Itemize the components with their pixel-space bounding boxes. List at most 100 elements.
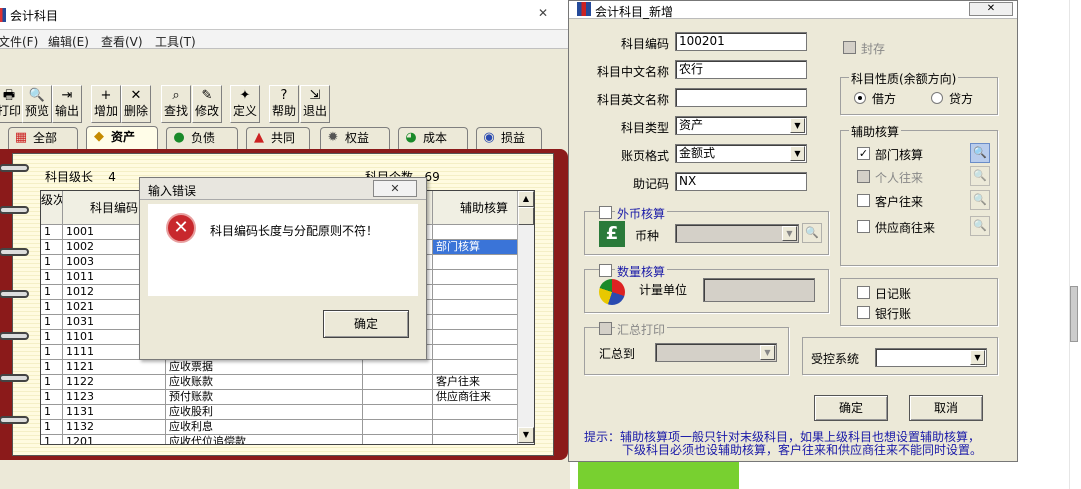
chevron-down-icon[interactable]: ▼ bbox=[790, 118, 805, 133]
controlled-system-select[interactable]: ▼ bbox=[875, 348, 987, 367]
scroll-down-button[interactable]: ▼ bbox=[518, 427, 534, 443]
define-button[interactable]: ✦ 定义 bbox=[230, 85, 260, 123]
scroll-thumb[interactable] bbox=[518, 207, 534, 225]
preview-button[interactable]: 🔍 预览 bbox=[22, 85, 52, 123]
grid-name-cell[interactable]: 预付账款 bbox=[166, 390, 363, 405]
grid-level-cell[interactable]: 1 bbox=[41, 330, 63, 345]
binder-ring bbox=[0, 248, 29, 256]
tab-equity[interactable]: ✹ 权益 bbox=[320, 127, 390, 149]
grid-code-cell[interactable]: 1121 bbox=[63, 360, 166, 375]
grid-level-cell[interactable]: 1 bbox=[41, 375, 63, 390]
grid-cell[interactable] bbox=[363, 390, 433, 405]
grid-code-cell[interactable]: 1122 bbox=[63, 375, 166, 390]
fx-checkbox[interactable] bbox=[599, 206, 612, 219]
grid-code-cell[interactable]: 1132 bbox=[63, 420, 166, 435]
grid-cell[interactable] bbox=[363, 435, 433, 444]
edit-button[interactable]: ✎ 修改 bbox=[192, 85, 222, 123]
grid-level-cell[interactable]: 1 bbox=[41, 300, 63, 315]
grid-name-cell[interactable]: 应收利息 bbox=[166, 420, 363, 435]
tab-liability[interactable]: ● 负债 bbox=[166, 127, 238, 149]
debit-radio[interactable] bbox=[854, 92, 866, 104]
chevron-down-icon[interactable]: ▼ bbox=[760, 345, 775, 360]
grid-cell[interactable] bbox=[363, 375, 433, 390]
grid-name-cell[interactable]: 应收代位追偿款 bbox=[166, 435, 363, 444]
supplier-search-icon[interactable]: 🔍 bbox=[970, 216, 990, 236]
menu-edit[interactable]: 编辑(E) bbox=[48, 33, 89, 50]
find-button[interactable]: ⌕ 查找 bbox=[161, 85, 191, 123]
tab-profit-loss[interactable]: ◉ 损益 bbox=[476, 127, 542, 149]
help-button[interactable]: ? 帮助 bbox=[269, 85, 299, 123]
tab-common[interactable]: ▲ 共同 bbox=[246, 127, 310, 149]
type-select[interactable]: 资产 ▼ bbox=[675, 116, 807, 135]
menu-tools[interactable]: 工具(T) bbox=[155, 33, 196, 50]
chevron-down-icon[interactable]: ▼ bbox=[970, 350, 985, 365]
grid-code-cell[interactable]: 1123 bbox=[63, 390, 166, 405]
unit-input[interactable] bbox=[703, 278, 815, 302]
exit-button[interactable]: ⇲ 退出 bbox=[300, 85, 330, 123]
grid-name-cell[interactable]: 应收股利 bbox=[166, 405, 363, 420]
grid-level-cell[interactable]: 1 bbox=[41, 405, 63, 420]
customer-search-icon[interactable]: 🔍 bbox=[970, 190, 990, 210]
grid-level-cell[interactable]: 1 bbox=[41, 345, 63, 360]
grid-level-cell[interactable]: 1 bbox=[41, 315, 63, 330]
menu-view[interactable]: 查看(V) bbox=[101, 33, 143, 50]
currency-select[interactable]: ▼ bbox=[675, 224, 799, 243]
grid-level-cell[interactable]: 1 bbox=[41, 420, 63, 435]
grid-level-cell[interactable]: 1 bbox=[41, 255, 63, 270]
chevron-down-icon[interactable]: ▼ bbox=[790, 146, 805, 161]
grid-code-cell[interactable]: 1131 bbox=[63, 405, 166, 420]
grid-name-cell[interactable]: 应收账款 bbox=[166, 375, 363, 390]
en-name-input[interactable] bbox=[675, 88, 807, 107]
personal-search-icon[interactable]: 🔍 bbox=[970, 166, 990, 186]
delete-button[interactable]: ✕ 删除 bbox=[121, 85, 151, 123]
ok-button[interactable]: 确定 bbox=[814, 395, 888, 421]
grid-level-cell[interactable]: 1 bbox=[41, 240, 63, 255]
grid-cell[interactable] bbox=[363, 405, 433, 420]
personal-checkbox[interactable] bbox=[857, 170, 870, 183]
new-account-close-button[interactable]: ✕ bbox=[969, 2, 1013, 16]
credit-radio[interactable] bbox=[931, 92, 943, 104]
mnemonic-input[interactable]: NX bbox=[675, 172, 807, 191]
cn-name-input[interactable]: 农行 bbox=[675, 60, 807, 79]
grid-level-cell[interactable]: 1 bbox=[41, 360, 63, 375]
grid-level-cell[interactable]: 1 bbox=[41, 225, 63, 240]
menu-file[interactable]: 文件(F) bbox=[0, 33, 38, 50]
side-scrollbar[interactable] bbox=[1070, 286, 1078, 342]
currency-search-icon[interactable]: 🔍 bbox=[802, 223, 822, 243]
grid-code-cell[interactable]: 1201 bbox=[63, 435, 166, 444]
grid-name-cell[interactable]: 应收票据 bbox=[166, 360, 363, 375]
grid-scrollbar[interactable]: ▲ ▼ bbox=[517, 191, 534, 444]
grid-level-cell[interactable]: 1 bbox=[41, 390, 63, 405]
daybook-checkbox[interactable] bbox=[857, 286, 870, 299]
summary-checkbox[interactable] bbox=[599, 322, 612, 335]
grid-level-cell[interactable]: 1 bbox=[41, 270, 63, 285]
dept-checkbox[interactable]: ✓ bbox=[857, 147, 870, 160]
add-button[interactable]: + 增加 bbox=[91, 85, 121, 123]
cancel-button[interactable]: 取消 bbox=[909, 395, 983, 421]
grid-header-cell[interactable]: 级次 bbox=[41, 191, 63, 225]
main-window-title: 会计科目 bbox=[10, 9, 59, 23]
export-button[interactable]: ⇥ 输出 bbox=[52, 85, 82, 123]
customer-checkbox[interactable] bbox=[857, 194, 870, 207]
summary-to-select[interactable]: ▼ bbox=[655, 343, 777, 362]
qty-checkbox[interactable] bbox=[599, 264, 612, 277]
code-input[interactable]: 100201 bbox=[675, 32, 807, 51]
bankbook-checkbox[interactable] bbox=[857, 306, 870, 319]
grid-level-cell[interactable]: 1 bbox=[41, 435, 63, 444]
error-close-button[interactable]: ✕ bbox=[373, 180, 417, 197]
grid-cell[interactable] bbox=[363, 360, 433, 375]
tab-all[interactable]: ▦ 全部 bbox=[8, 127, 78, 149]
main-close-button[interactable]: ✕ bbox=[528, 6, 558, 20]
dept-search-icon[interactable]: 🔍 bbox=[970, 143, 990, 163]
error-ok-button[interactable]: 确定 bbox=[323, 310, 409, 338]
tab-cost[interactable]: ◕ 成本 bbox=[398, 127, 468, 149]
tab-asset[interactable]: ◆ 资产 bbox=[86, 126, 158, 150]
sealed-checkbox[interactable] bbox=[843, 41, 856, 54]
chevron-down-icon[interactable]: ▼ bbox=[782, 226, 797, 241]
print-button[interactable]: 🖶 打印 bbox=[0, 85, 24, 123]
scroll-up-button[interactable]: ▲ bbox=[518, 191, 534, 207]
grid-level-cell[interactable]: 1 bbox=[41, 285, 63, 300]
format-select[interactable]: 金额式 ▼ bbox=[675, 144, 807, 163]
supplier-checkbox[interactable] bbox=[857, 220, 870, 233]
grid-cell[interactable] bbox=[363, 420, 433, 435]
